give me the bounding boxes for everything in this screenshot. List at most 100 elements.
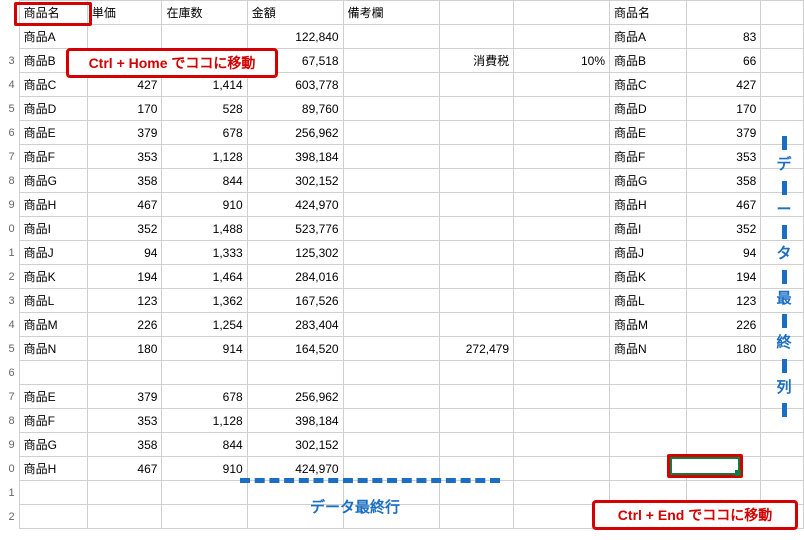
cell-name[interactable]: 商品H [19,193,87,217]
cell-f[interactable] [439,121,514,145]
cell-amount[interactable]: 603,778 [247,73,343,97]
cell-f[interactable] [439,481,514,505]
cell-stock[interactable]: 1,464 [162,265,247,289]
cell-g[interactable] [514,337,610,361]
cell-empty[interactable] [761,241,804,265]
cell-empty[interactable] [761,337,804,361]
cell-note[interactable] [343,73,439,97]
cell-stock[interactable]: 1,333 [162,241,247,265]
cell-name2[interactable] [610,409,687,433]
cell-stock[interactable]: 1,414 [162,73,247,97]
cell-name2[interactable]: 商品N [610,337,687,361]
cell-val[interactable] [686,361,761,385]
cell-val[interactable]: 353 [686,145,761,169]
cell-f[interactable] [439,385,514,409]
cell-f[interactable] [439,433,514,457]
cell-price[interactable]: 358 [87,433,162,457]
cell-val[interactable]: 467 [686,193,761,217]
cell-amount[interactable]: 125,302 [247,241,343,265]
cell-note[interactable] [343,145,439,169]
cell-stock[interactable]: 1,128 [162,409,247,433]
cell-empty[interactable] [761,25,804,49]
cell-name2[interactable]: 商品M [610,313,687,337]
cell-f[interactable] [439,241,514,265]
cell-val[interactable]: 83 [686,25,761,49]
spreadsheet-grid[interactable]: 商品名 単価 在庫数 金額 備考欄 商品名 商品A122,840商品A833商品… [0,0,804,529]
cell-name[interactable]: 商品G [19,169,87,193]
cell-name[interactable]: 商品F [19,145,87,169]
cell-g[interactable] [514,25,610,49]
cell-note[interactable] [343,265,439,289]
cell-amount[interactable]: 256,962 [247,385,343,409]
cell-g[interactable] [514,97,610,121]
cell-name2[interactable]: 商品C [610,73,687,97]
cell-price[interactable]: 353 [87,409,162,433]
cell-name[interactable] [19,361,87,385]
cell-name[interactable]: 商品N [19,337,87,361]
cell-note[interactable] [343,97,439,121]
cell-amount[interactable]: 283,404 [247,313,343,337]
cell-note[interactable] [343,25,439,49]
cell-val[interactable] [686,433,761,457]
cell-f[interactable] [439,409,514,433]
cell-amount[interactable]: 523,776 [247,217,343,241]
cell-val[interactable]: 170 [686,97,761,121]
col-header-name[interactable]: 商品名 [19,1,87,25]
cell-amount[interactable]: 89,760 [247,97,343,121]
col-header-stock[interactable]: 在庫数 [162,1,247,25]
cell-price[interactable] [87,505,162,529]
cell-f[interactable] [439,265,514,289]
cell-note[interactable] [343,481,439,505]
cell-price[interactable]: 467 [87,457,162,481]
cell-price[interactable]: 467 [87,193,162,217]
cell-amount[interactable]: 398,184 [247,409,343,433]
cell-f[interactable] [439,169,514,193]
cell-amount[interactable] [247,361,343,385]
cell-val[interactable] [686,385,761,409]
cell-val[interactable] [686,505,761,529]
cell-name2[interactable]: 商品E [610,121,687,145]
cell-f[interactable] [439,313,514,337]
cell-stock[interactable]: 528 [162,97,247,121]
cell-f[interactable] [439,505,514,529]
col-header-amount[interactable]: 金額 [247,1,343,25]
cell-stock[interactable] [162,25,247,49]
cell-name[interactable]: 商品E [19,385,87,409]
cell-g[interactable] [514,121,610,145]
cell-amount[interactable]: 256,962 [247,121,343,145]
cell-note[interactable] [343,121,439,145]
cell-amount[interactable]: 164,520 [247,337,343,361]
cell-g[interactable] [514,145,610,169]
cell-f[interactable]: 272,479 [439,337,514,361]
col-header-note[interactable]: 備考欄 [343,1,439,25]
cell-empty[interactable] [761,265,804,289]
cell-name2[interactable] [610,505,687,529]
cell-name2[interactable]: 商品B [610,49,687,73]
cell-name2[interactable] [610,361,687,385]
cell-val[interactable]: 194 [686,265,761,289]
col-header-price[interactable]: 単価 [87,1,162,25]
cell-g[interactable] [514,313,610,337]
cell-stock[interactable]: 678 [162,121,247,145]
cell-price[interactable]: 353 [87,145,162,169]
cell-f[interactable] [439,361,514,385]
cell-f[interactable] [439,145,514,169]
cell-note[interactable] [343,49,439,73]
cell-name[interactable]: 商品E [19,121,87,145]
cell-amount[interactable]: 302,152 [247,169,343,193]
col-header-g[interactable] [514,1,610,25]
cell-stock[interactable] [162,49,247,73]
cell-amount[interactable]: 424,970 [247,457,343,481]
cell-empty[interactable] [761,481,804,505]
cell-stock[interactable] [162,481,247,505]
cell-name2[interactable]: 商品H [610,193,687,217]
cell-empty[interactable] [761,169,804,193]
cell-name2[interactable]: 商品D [610,97,687,121]
cell-empty[interactable] [761,409,804,433]
cell-empty[interactable] [761,49,804,73]
cell-empty[interactable] [761,97,804,121]
cell-stock[interactable] [162,505,247,529]
cell-note[interactable] [343,193,439,217]
cell-empty[interactable] [761,361,804,385]
cell-amount[interactable] [247,481,343,505]
